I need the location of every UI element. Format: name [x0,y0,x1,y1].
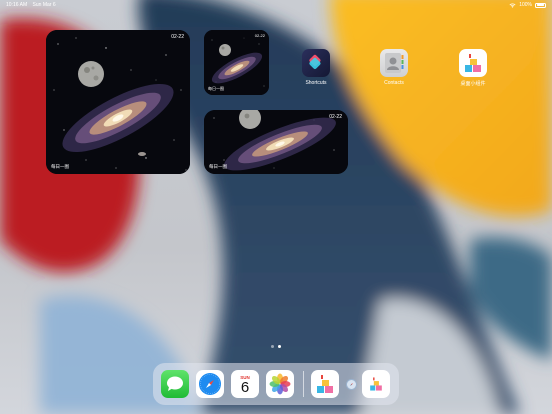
status-bar: 10:16 AM Sun Mar 6 100% [0,0,552,10]
shortcuts-icon [302,49,330,77]
page-indicator[interactable] [271,345,281,348]
battery-fill [536,4,545,6]
widget-date: 02-22 [171,34,184,40]
status-time: 10:16 AM [6,2,28,8]
calendar-date: 6 [240,378,250,396]
widget-label: 每日一图 [209,164,227,169]
desktop-widget-icon [459,49,487,77]
daily-picture-widget-medium[interactable]: 02-22 每日一图 [204,110,348,174]
safari-icon[interactable] [346,379,357,390]
battery-icon [535,2,546,8]
desktop-widget-icon[interactable] [362,370,390,398]
widget-date: 02-22 [329,114,342,120]
status-date: Sun Mar 6 [32,2,56,8]
daily-picture-widget-large[interactable]: 02-22 每日一图 [46,30,190,174]
app-label: Shortcuts [305,80,327,86]
app-label: Contacts [384,80,404,86]
app-desktop-widget[interactable]: 桌面小组件 [453,49,493,87]
widget-label: 每日一图 [208,86,224,91]
galaxy-image [46,30,190,174]
page-dot-2[interactable] [278,345,281,348]
safari-icon[interactable] [196,370,224,398]
calendar-icon[interactable]: SUN 6 [231,370,259,398]
app-label: 桌面小组件 [460,81,486,87]
widget-date: 02-22 [254,33,265,38]
battery-percentage: 100% [519,2,532,8]
page-dot-1[interactable] [271,345,274,348]
messages-icon[interactable] [161,370,189,398]
app-contacts[interactable]: Contacts [374,49,414,86]
widget-label: 每日一图 [51,164,69,169]
dock: SUN 6 [153,363,399,405]
contacts-icon [380,49,408,77]
wifi-icon [509,2,516,8]
dock-divider [303,371,304,397]
app-shortcuts[interactable]: Shortcuts [296,49,336,86]
desktop-widget-icon[interactable] [311,370,339,398]
photos-icon[interactable] [266,370,294,398]
daily-picture-widget-small[interactable]: 02-22 每日一图 [204,30,269,95]
